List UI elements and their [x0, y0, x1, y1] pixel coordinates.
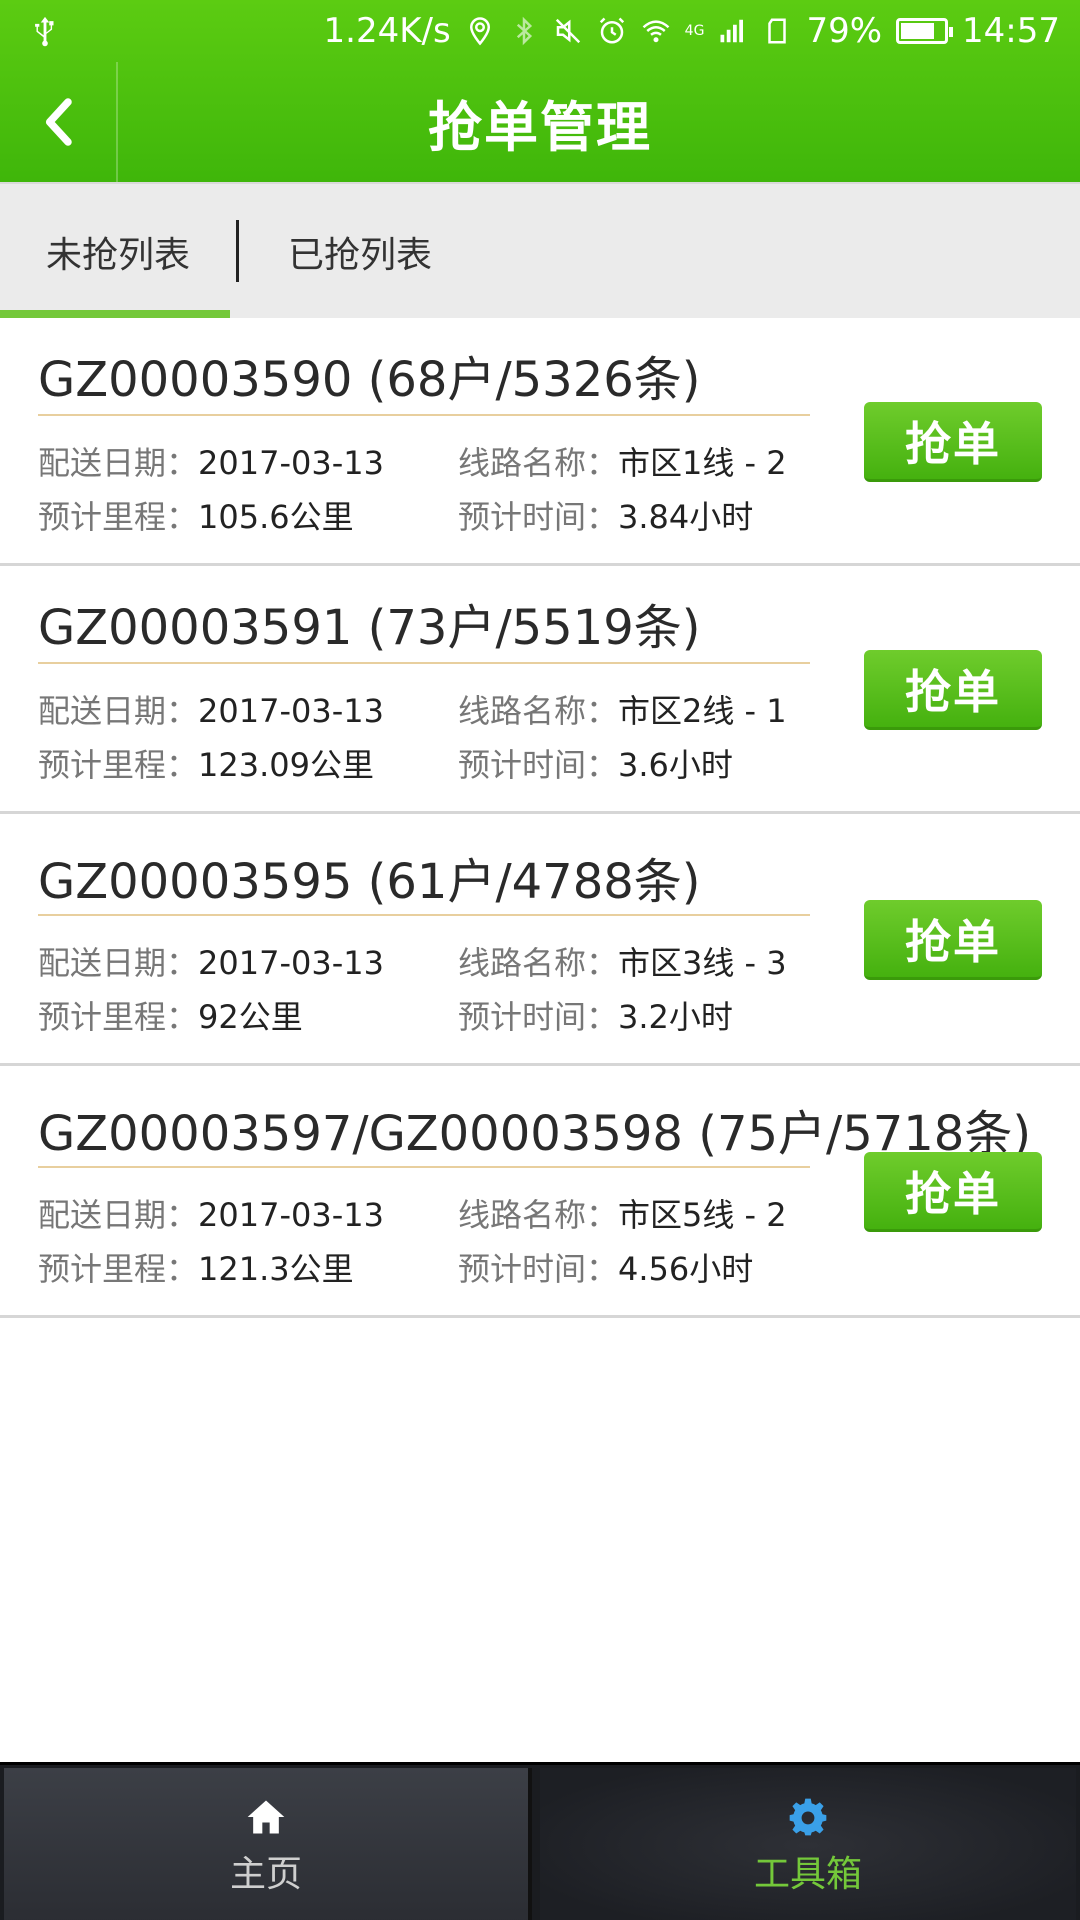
estimated-distance-value: 121.3公里 — [198, 1250, 354, 1288]
estimated-distance-label: 预计里程： — [38, 498, 199, 536]
active-tab-indicator — [0, 310, 230, 318]
order-card: GZ00003595 (61户/4788条) 配送日期：2017-03-13 线… — [0, 814, 1080, 1066]
estimated-time-value: 3.6小时 — [618, 746, 733, 784]
estimated-time: 预计时间：4.56小时 — [458, 1244, 753, 1290]
tab-bar: 未抢列表 已抢列表 — [0, 182, 1080, 318]
app-root: 1.24K/s 4G 79% 14:57 抢单管理 未抢列表 已抢列表 GZ00… — [0, 0, 1080, 1920]
grab-order-button[interactable]: 抢单 — [864, 1152, 1042, 1232]
estimated-distance-label: 预计里程： — [38, 746, 199, 784]
estimated-time: 预计时间：3.84小时 — [458, 492, 753, 538]
delivery-date: 配送日期：2017-03-13 — [38, 438, 384, 484]
delivery-date-value: 2017-03-13 — [198, 1196, 384, 1234]
clock: 14:57 — [962, 11, 1060, 51]
estimated-time: 预计时间：3.6小时 — [458, 740, 733, 786]
status-right: 1.24K/s 4G 79% 14:57 — [324, 11, 1061, 51]
estimated-time-label: 预计时间： — [458, 998, 619, 1036]
nav-home[interactable]: 主页 — [4, 1768, 532, 1920]
nav-home-label: 主页 — [229, 1853, 302, 1895]
gear-icon — [789, 1798, 827, 1835]
estimated-time-label: 预计时间： — [458, 746, 619, 784]
grab-order-button[interactable]: 抢单 — [864, 900, 1042, 980]
wifi-icon — [642, 20, 670, 43]
route-name-label: 线路名称： — [458, 1196, 619, 1234]
battery-percent: 79% — [806, 11, 883, 51]
battery-icon — [896, 18, 954, 44]
order-card: GZ00003590 (68户/5326条) 配送日期：2017-03-13 线… — [0, 318, 1080, 566]
grab-order-button[interactable]: 抢单 — [864, 650, 1042, 730]
tab-unclaimed[interactable]: 未抢列表 — [46, 184, 190, 320]
delivery-date-label: 配送日期： — [38, 1196, 199, 1234]
divider — [38, 662, 810, 664]
order-code: GZ00003590 (68户/5326条) — [38, 352, 701, 408]
delivery-date-label: 配送日期： — [38, 444, 199, 482]
battery-level — [901, 23, 935, 39]
estimated-distance-value: 92公里 — [198, 998, 303, 1036]
estimated-time-value: 3.84小时 — [618, 498, 754, 536]
status-bar: 1.24K/s 4G 79% 14:57 — [0, 0, 1080, 62]
estimated-distance-label: 预计里程： — [38, 1250, 199, 1288]
estimated-distance-value: 105.6公里 — [198, 498, 354, 536]
estimated-time-value: 3.2小时 — [618, 998, 733, 1036]
divider — [38, 914, 810, 916]
order-card: GZ00003597/GZ00003598 (75户/5718条) 配送日期：2… — [0, 1066, 1080, 1318]
delivery-date: 配送日期：2017-03-13 — [38, 1190, 384, 1236]
sim-icon — [768, 18, 787, 44]
header: 抢单管理 — [0, 62, 1080, 182]
network-type: 4G — [684, 23, 705, 39]
bottom-nav: 主页 工具箱 — [0, 1762, 1080, 1920]
estimated-time: 预计时间：3.2小时 — [458, 992, 733, 1038]
route-name: 线路名称：市区1线 - 2 — [458, 438, 787, 484]
route-name-value: 市区5线 - 2 — [618, 1196, 787, 1234]
divider — [38, 414, 810, 416]
delivery-date-label: 配送日期： — [38, 692, 199, 730]
estimated-distance-value: 123.09公里 — [198, 746, 374, 784]
estimated-distance-label: 预计里程： — [38, 998, 199, 1036]
grab-order-button[interactable]: 抢单 — [864, 402, 1042, 482]
alarm-icon — [599, 17, 624, 44]
estimated-distance: 预计里程：105.6公里 — [38, 492, 354, 538]
top-bar: 1.24K/s 4G 79% 14:57 抢单管理 — [0, 0, 1080, 182]
chevron-left-icon — [45, 98, 72, 146]
bluetooth-icon — [516, 16, 532, 46]
tab-divider — [236, 220, 239, 282]
nav-toolbox[interactable]: 工具箱 — [540, 1768, 1076, 1920]
back-button[interactable] — [0, 62, 118, 182]
route-name-value: 市区3线 - 3 — [618, 944, 787, 982]
estimated-distance: 预计里程：92公里 — [38, 992, 303, 1038]
estimated-distance: 预计里程：123.09公里 — [38, 740, 374, 786]
order-list: GZ00003590 (68户/5326条) 配送日期：2017-03-13 线… — [0, 318, 1080, 1318]
order-code: GZ00003591 (73户/5519条) — [38, 600, 701, 656]
delivery-date: 配送日期：2017-03-13 — [38, 686, 384, 732]
estimated-time-value: 4.56小时 — [618, 1250, 754, 1288]
route-name-label: 线路名称： — [458, 692, 619, 730]
location-icon — [469, 17, 490, 46]
delivery-date-label: 配送日期： — [38, 944, 199, 982]
route-name: 线路名称：市区5线 - 2 — [458, 1190, 787, 1236]
order-code: GZ00003595 (61户/4788条) — [38, 854, 701, 910]
delivery-date: 配送日期：2017-03-13 — [38, 938, 384, 984]
mute-icon — [555, 18, 580, 44]
route-name-value: 市区1线 - 2 — [618, 444, 787, 482]
nav-toolbox-label: 工具箱 — [753, 1853, 862, 1895]
estimated-time-label: 预计时间： — [458, 498, 619, 536]
delivery-date-value: 2017-03-13 — [198, 444, 384, 482]
network-speed: 1.24K/s — [323, 11, 451, 51]
estimated-time-label: 预计时间： — [458, 1250, 619, 1288]
usb-icon — [35, 16, 54, 47]
delivery-date-value: 2017-03-13 — [198, 692, 384, 730]
home-icon — [247, 1800, 285, 1833]
tab-claimed[interactable]: 已抢列表 — [288, 184, 432, 320]
route-name: 线路名称：市区2线 - 1 — [458, 686, 787, 732]
route-name-label: 线路名称： — [458, 444, 619, 482]
estimated-distance: 预计里程：121.3公里 — [38, 1244, 354, 1290]
signal-icon — [720, 19, 744, 43]
page-title: 抢单管理 — [428, 95, 652, 159]
route-name: 线路名称：市区3线 - 3 — [458, 938, 787, 984]
order-card: GZ00003591 (73户/5519条) 配送日期：2017-03-13 线… — [0, 566, 1080, 814]
route-name-value: 市区2线 - 1 — [618, 692, 787, 730]
divider — [38, 1166, 810, 1168]
delivery-date-value: 2017-03-13 — [198, 944, 384, 982]
route-name-label: 线路名称： — [458, 944, 619, 982]
